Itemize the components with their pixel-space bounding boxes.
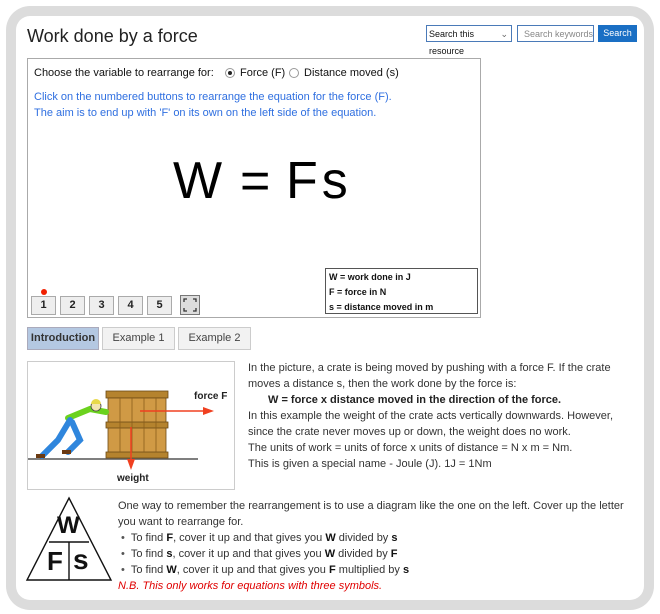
intro-paragraph-4: This is given a special name - Joule (J)… (248, 458, 492, 470)
equation-equals: = (240, 152, 271, 210)
memory-intro: One way to remember the rearrangement is… (118, 500, 624, 528)
memory-aid-text: One way to remember the rearrangement is… (118, 498, 643, 594)
search-input[interactable] (517, 25, 594, 42)
step-button-4[interactable]: 4 (118, 296, 143, 315)
tab-example-2[interactable]: Example 2 (178, 327, 251, 350)
memory-item: To find W, cover it up and that gives yo… (121, 562, 643, 578)
equation-applet: Choose the variable to rearrange for: Fo… (27, 58, 481, 318)
step-button-1[interactable]: 1 (31, 296, 56, 315)
force-arrowhead (203, 407, 214, 415)
note-text: N.B. This only works for equations with … (118, 580, 383, 592)
step-button-3[interactable]: 3 (89, 296, 114, 315)
current-step-indicator (41, 289, 47, 295)
legend-s: s = distance moved in m (329, 302, 434, 312)
instruction-line-1: Click on the numbered buttons to rearran… (34, 91, 392, 103)
crate-illustration: force F weight (27, 361, 235, 490)
radio-selected-icon (225, 68, 235, 78)
search-button[interactable]: Search (598, 25, 637, 42)
tab-example-1[interactable]: Example 1 (102, 327, 175, 350)
weight-label: weight (117, 473, 149, 484)
weight-arrowhead (127, 459, 135, 470)
force-label: force F (194, 391, 228, 402)
legend-f: F = force in N (329, 287, 387, 297)
radio-force[interactable]: Force (F) (225, 67, 285, 79)
legend-w: W = work done in J (329, 272, 411, 282)
page-title: Work done by a force (27, 26, 198, 46)
intro-paragraph-3: The units of work = units of force x uni… (248, 442, 573, 454)
triangle-top-w: W (57, 512, 80, 539)
crate-push-image (28, 390, 214, 470)
memory-item: To find s, cover it up and that gives yo… (121, 546, 643, 562)
fullscreen-button[interactable] (180, 295, 200, 315)
equation-left[interactable]: W (173, 151, 222, 211)
instruction-line-2: The aim is to end up with 'F' on its own… (34, 107, 377, 119)
radio-distance-label: Distance moved (s) (304, 67, 399, 79)
step-button-5[interactable]: 5 (147, 296, 172, 315)
search-scope-select[interactable]: Search this resource ⌄ (426, 25, 512, 56)
introduction-text: In the picture, a crate is being moved b… (248, 360, 640, 472)
formula-triangle: W F s (25, 496, 113, 587)
radio-unselected-icon (289, 68, 299, 78)
intro-paragraph-2: In this example the weight of the crate … (248, 410, 614, 438)
tab-introduction[interactable]: Introduction (27, 327, 99, 350)
work-formula: W = force x distance moved in the direct… (268, 394, 562, 406)
step-button-2[interactable]: 2 (60, 296, 85, 315)
chevron-down-icon: ⌄ (500, 29, 508, 39)
memory-item: To find F, cover it up and that gives yo… (121, 530, 643, 546)
choose-variable-label: Choose the variable to rearrange for: (34, 67, 214, 79)
radio-distance[interactable]: Distance moved (s) (289, 67, 399, 79)
triangle-bottom-s: s (73, 544, 89, 575)
equation-right[interactable]: Fs (286, 151, 352, 211)
fullscreen-icon (183, 298, 197, 312)
variable-legend: W = work done in J F = force in N s = di… (325, 268, 478, 314)
memory-list: To find F, cover it up and that gives yo… (118, 530, 643, 578)
triangle-bottom-f: F (47, 546, 63, 576)
radio-force-label: Force (F) (240, 67, 286, 79)
intro-paragraph-1: In the picture, a crate is being moved b… (248, 362, 611, 390)
